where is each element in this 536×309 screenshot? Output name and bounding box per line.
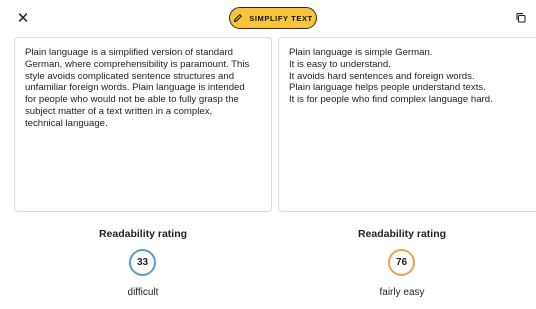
original-text-area[interactable]: Plain language is a simplified version o… xyxy=(14,37,272,212)
readability-label-original: difficult xyxy=(127,287,159,298)
readability-score-original: 33 xyxy=(129,249,156,276)
readability-score-value-simplified: 76 xyxy=(395,257,408,268)
readability-score-simplified: 76 xyxy=(388,249,415,276)
toolbar: ✕ SIMPLIFY TEXT xyxy=(0,0,536,36)
readability-title-original: Readability rating xyxy=(98,228,188,240)
readability-title-simplified: Readability rating xyxy=(357,228,447,240)
readability-score-value-original: 33 xyxy=(136,257,149,268)
close-icon: ✕ xyxy=(16,9,30,27)
copy-icon xyxy=(516,13,526,23)
readability-label-simplified: fairly easy xyxy=(379,287,425,298)
simplify-text-button[interactable]: SIMPLIFY TEXT xyxy=(229,7,317,29)
simplified-text-area[interactable]: Plain language is simple German. It is e… xyxy=(278,37,536,212)
copy-button[interactable] xyxy=(515,11,527,23)
pencil-icon xyxy=(234,13,243,23)
close-button[interactable]: ✕ xyxy=(14,9,32,27)
simplify-text-label: SIMPLIFY TEXT xyxy=(249,13,313,23)
